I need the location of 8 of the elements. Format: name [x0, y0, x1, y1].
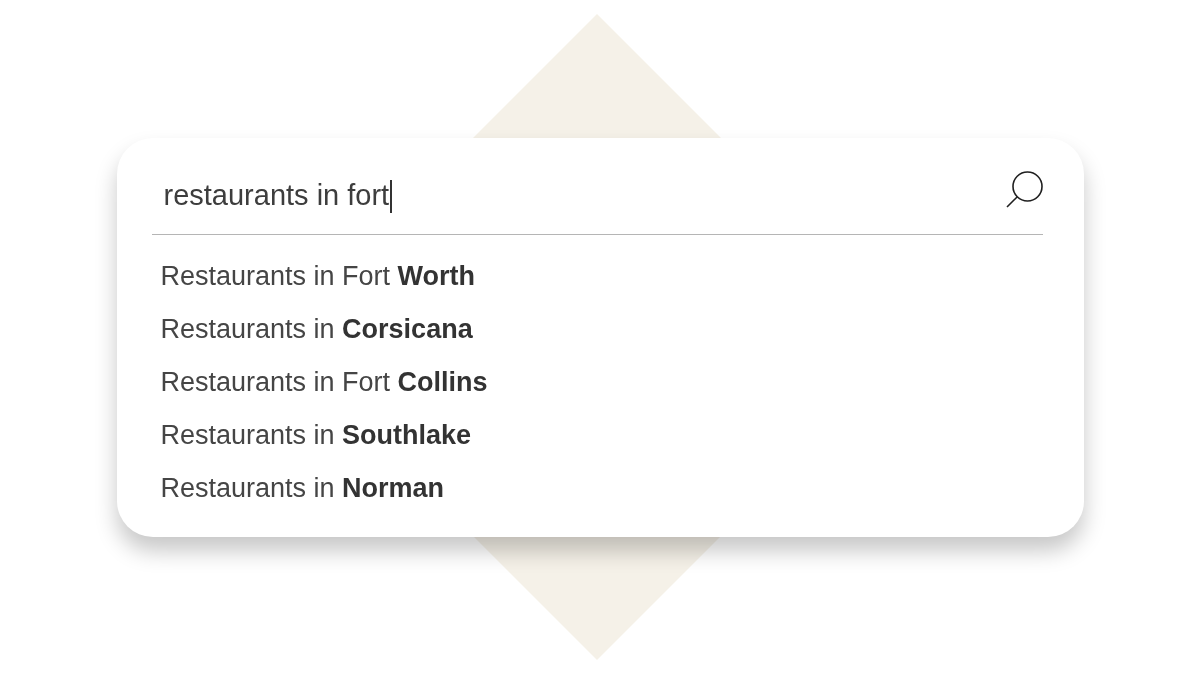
suggestion-item[interactable]: Restaurants in Southlake	[151, 409, 1043, 462]
suggestion-item[interactable]: Restaurants in Fort Worth	[151, 250, 1043, 303]
search-icon	[1005, 170, 1043, 208]
search-button[interactable]	[1005, 170, 1043, 208]
suggestion-item[interactable]: Restaurants in Corsicana	[151, 303, 1043, 356]
suggestion-item[interactable]: Restaurants in Norman	[151, 462, 1043, 515]
search-field[interactable]: restaurants in fort	[151, 166, 1043, 235]
suggestion-item[interactable]: Restaurants in Fort Collins	[151, 356, 1043, 409]
